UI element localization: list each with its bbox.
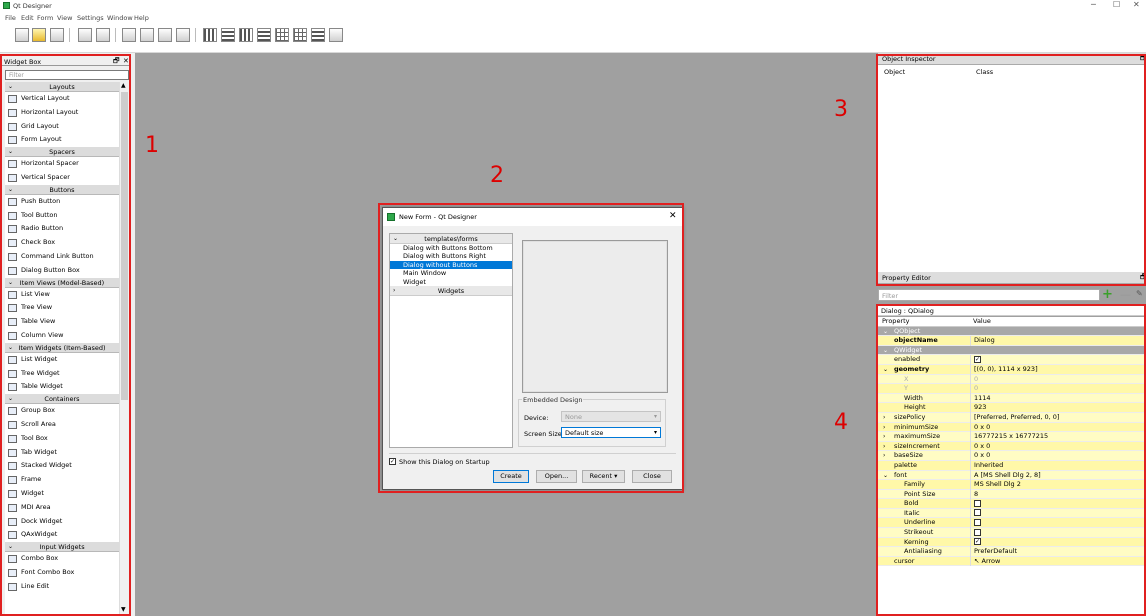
lay-out-horizontally-icon[interactable]	[203, 28, 217, 42]
edit-widgets-icon[interactable]	[122, 28, 136, 42]
toolbar-separator	[69, 28, 70, 42]
menu-settings[interactable]: Settings	[77, 14, 104, 22]
configure-icon[interactable]: ✎	[1136, 289, 1143, 298]
callout-number-2: 2	[490, 163, 504, 188]
lay-out-vertically-icon[interactable]	[221, 28, 235, 42]
toolbar	[0, 24, 1146, 53]
remove-dynamic-property-icon[interactable]: —	[1120, 288, 1131, 301]
new-form-icon[interactable]	[15, 28, 29, 42]
callout-box-1	[0, 54, 131, 616]
lay-out-grid-icon[interactable]	[293, 28, 307, 42]
close-window-button[interactable]: ✕	[1133, 0, 1140, 9]
break-layout-icon[interactable]	[311, 28, 325, 42]
maximize-button[interactable]: ☐	[1113, 0, 1120, 9]
menu-window[interactable]: Window	[107, 14, 133, 22]
callout-box-3	[876, 54, 1146, 286]
edit-signals-slots-icon[interactable]	[140, 28, 154, 42]
lay-out-form-icon[interactable]	[275, 28, 289, 42]
callout-box-2	[378, 203, 684, 493]
toolbar-separator	[115, 28, 116, 42]
menu-edit[interactable]: Edit	[21, 14, 34, 22]
lay-out-horizontal-splitter-icon[interactable]	[239, 28, 253, 42]
window-title: Qt Designer	[13, 2, 52, 10]
callout-box-4	[876, 304, 1146, 616]
lay-out-vertical-splitter-icon[interactable]	[257, 28, 271, 42]
toolbar-separator	[195, 28, 196, 42]
callout-number-1: 1	[145, 133, 159, 158]
title-bar: Qt Designer ─ ☐ ✕	[0, 0, 1146, 12]
edit-buddies-icon[interactable]	[158, 28, 172, 42]
menu-help[interactable]: Help	[134, 14, 149, 22]
menu-file[interactable]: File	[5, 14, 16, 22]
adjust-size-icon[interactable]	[329, 28, 343, 42]
cut-icon[interactable]	[78, 28, 92, 42]
edit-tab-order-icon[interactable]	[176, 28, 190, 42]
property-filter-input[interactable]: Filter	[878, 289, 1100, 301]
callout-number-4: 4	[834, 410, 848, 435]
qt-designer-app-icon	[3, 2, 10, 9]
callout-number-3: 3	[834, 97, 848, 122]
minimize-button[interactable]: ─	[1091, 0, 1096, 9]
open-form-icon[interactable]	[32, 28, 46, 42]
add-dynamic-property-icon[interactable]: +	[1102, 288, 1113, 301]
menu-form[interactable]: Form	[37, 14, 53, 22]
menu-view[interactable]: View	[57, 14, 72, 22]
save-form-icon[interactable]	[50, 28, 64, 42]
menu-bar: File Edit Form View Settings Window Help	[0, 12, 1146, 24]
copy-icon[interactable]	[96, 28, 110, 42]
